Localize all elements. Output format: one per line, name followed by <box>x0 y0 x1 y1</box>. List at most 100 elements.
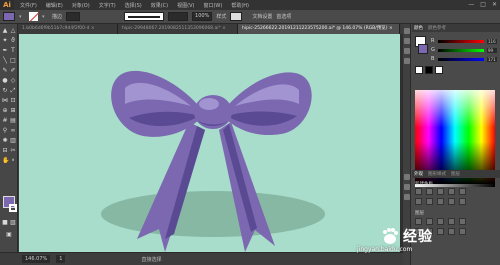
style-cell[interactable] <box>459 188 466 195</box>
gradient-mode-icon[interactable]: ▧ <box>10 220 16 226</box>
stroke-color-swatch[interactable] <box>29 12 38 21</box>
black-swatch[interactable] <box>425 66 433 74</box>
line-tool-icon[interactable]: ╲ <box>2 58 8 64</box>
slice-tool-icon[interactable]: ✂ <box>10 148 16 154</box>
layer-cell[interactable] <box>448 228 455 235</box>
layer-cell[interactable] <box>459 228 466 235</box>
graphic-style-swatch[interactable] <box>230 12 243 21</box>
width-tool-icon[interactable]: ⋈ <box>2 98 8 104</box>
brush-definition-field[interactable] <box>168 12 189 21</box>
rotate-tool-icon[interactable]: ↻ <box>2 88 8 94</box>
tab-color-guide[interactable]: 颜色参考 <box>428 25 446 31</box>
layer-cell[interactable] <box>459 218 466 225</box>
style-cell[interactable] <box>426 188 433 195</box>
layer-cell[interactable] <box>437 228 444 235</box>
stroke-profile-select[interactable] <box>124 12 165 21</box>
menu-help[interactable]: 帮助(H) <box>231 2 249 9</box>
symbol-sprayer-tool-icon[interactable]: ✺ <box>2 138 8 144</box>
tab-layers[interactable]: 图层 <box>451 171 460 177</box>
gradient-tool-icon[interactable]: ▤ <box>10 118 16 124</box>
style-cell[interactable] <box>415 198 422 205</box>
column-graph-tool-icon[interactable]: ▥ <box>10 138 16 144</box>
menu-edit[interactable]: 编辑(E) <box>46 2 63 9</box>
magic-wand-tool-icon[interactable]: ✦ <box>2 38 8 44</box>
style-cell[interactable] <box>426 198 433 205</box>
menu-window[interactable]: 窗口(W) <box>203 2 222 9</box>
stroke-weight-field[interactable] <box>66 12 81 21</box>
symbols-panel-icon[interactable] <box>404 58 410 64</box>
mesh-tool-icon[interactable]: # <box>2 118 8 124</box>
blue-track[interactable] <box>438 57 484 61</box>
fill-stroke-proxy[interactable] <box>415 36 431 54</box>
perspective-grid-tool-icon[interactable]: ⊞ <box>10 108 16 114</box>
document-tab-active[interactable]: hipic-25266622.20191211223575200.ai* @ 1… <box>238 24 400 34</box>
chevron-down-icon[interactable]: ▾ <box>42 14 48 20</box>
style-cell[interactable] <box>459 198 466 205</box>
close-button[interactable]: ✕ <box>492 1 497 8</box>
zoom-field[interactable]: 146.07% <box>22 255 51 263</box>
document-tab[interactable]: 1.b0b6d6f9b51b7c9d4f2f00-d × <box>18 24 118 34</box>
maximize-button[interactable]: □ <box>480 1 486 8</box>
artboard-nav-field[interactable]: 1 <box>56 255 66 263</box>
shape-builder-tool-icon[interactable]: ⊕ <box>2 108 8 114</box>
preferences-button[interactable]: 首选项 <box>276 13 291 20</box>
white-swatch[interactable] <box>435 66 443 74</box>
document-tab[interactable]: hipic-29948067.2019082511353096068.ai* × <box>118 24 238 34</box>
swatches-panel-icon[interactable] <box>404 38 410 44</box>
gradient-panel-icon[interactable] <box>404 184 410 190</box>
screen-mode-icon[interactable]: ▣ <box>6 232 12 238</box>
pencil-tool-icon[interactable]: ✐ <box>10 68 16 74</box>
menu-view[interactable]: 视图(V) <box>177 2 194 9</box>
free-transform-tool-icon[interactable]: ⊡ <box>10 98 16 104</box>
menu-object[interactable]: 对象(O) <box>72 2 90 9</box>
blue-slider[interactable]: B 171 <box>431 56 497 62</box>
blue-value[interactable]: 171 <box>487 56 497 62</box>
blob-brush-tool-icon[interactable]: ● <box>2 78 8 84</box>
style-cell[interactable] <box>415 188 422 195</box>
stroke-panel-icon[interactable] <box>404 174 410 180</box>
style-cell[interactable] <box>448 188 455 195</box>
type-tool-icon[interactable]: T <box>10 48 16 54</box>
blend-tool-icon[interactable]: ∞ <box>10 128 16 134</box>
hand-tool-icon[interactable]: ✋ <box>2 158 9 164</box>
scale-tool-icon[interactable]: ⤢ <box>10 88 16 94</box>
green-slider[interactable]: G 99 <box>431 47 497 53</box>
direct-selection-tool-icon[interactable]: △ <box>10 28 16 34</box>
zoom-tool-icon[interactable]: ⚬ <box>10 158 16 164</box>
fill-color-swatch[interactable] <box>3 12 15 21</box>
style-cell[interactable] <box>448 198 455 205</box>
tab-appearance[interactable]: 外观 <box>414 171 423 177</box>
rectangle-tool-icon[interactable]: □ <box>10 58 16 64</box>
green-track[interactable] <box>438 48 484 52</box>
eraser-tool-icon[interactable]: ◇ <box>10 78 16 84</box>
layer-cell[interactable] <box>448 218 455 225</box>
doc-setup-button[interactable]: 文档设置 <box>252 13 272 20</box>
style-cell[interactable] <box>437 198 444 205</box>
opacity-field[interactable]: 100% <box>192 12 213 21</box>
selection-tool-icon[interactable]: ▲ <box>2 28 8 34</box>
eyedropper-tool-icon[interactable]: ⚲ <box>2 128 8 134</box>
brushes-panel-icon[interactable] <box>404 48 410 54</box>
layer-cell[interactable] <box>426 218 433 225</box>
style-cell[interactable] <box>437 188 444 195</box>
green-value[interactable]: 99 <box>487 47 497 53</box>
none-swatch[interactable] <box>415 66 423 74</box>
paintbrush-tool-icon[interactable]: ✎ <box>2 68 8 74</box>
menu-effect[interactable]: 效果(C) <box>151 2 168 9</box>
menu-type[interactable]: 文字(T) <box>99 2 116 9</box>
color-panel-icon[interactable] <box>404 28 410 34</box>
layer-cell[interactable] <box>415 218 422 225</box>
color-mode-icon[interactable]: ■ <box>2 220 8 226</box>
artboard-tool-icon[interactable]: ⊟ <box>2 148 8 154</box>
layer-cell[interactable] <box>437 218 444 225</box>
transparency-panel-icon[interactable] <box>404 194 410 200</box>
menu-select[interactable]: 选择(S) <box>125 2 142 9</box>
tab-graphic-styles[interactable]: 图形样式 <box>428 171 446 177</box>
pen-tool-icon[interactable]: ✒ <box>2 48 8 54</box>
red-slider[interactable]: R 116 <box>431 38 497 44</box>
stroke-color-box[interactable] <box>9 204 17 212</box>
minimize-button[interactable]: — <box>468 1 474 8</box>
chevron-down-icon[interactable]: ▾ <box>19 14 25 20</box>
lasso-tool-icon[interactable]: ϑ <box>10 38 16 44</box>
stroke-proxy-box[interactable] <box>418 44 428 54</box>
